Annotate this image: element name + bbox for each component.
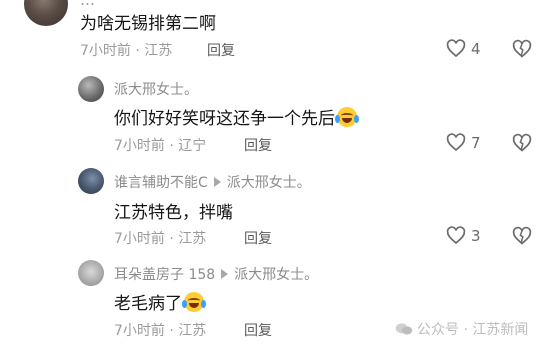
heart-outline-icon <box>446 133 466 152</box>
crying-laughing-emoji-icon <box>335 107 359 127</box>
wechat-icon <box>395 323 413 335</box>
avatar[interactable] <box>78 76 104 102</box>
avatar[interactable] <box>78 168 104 194</box>
comment-meta: 7小时前 · 江苏 <box>114 323 207 339</box>
comment-text-content: 你们好好笑呀这还争一个先后 <box>114 109 335 129</box>
author-name[interactable]: 谁言辅助不能C <box>114 175 208 191</box>
watermark-text: 公众号 · 江苏新闻 <box>417 322 529 338</box>
like-count: 4 <box>471 39 481 58</box>
triangle-right-icon <box>221 269 229 279</box>
comment-meta: 7小时前 · 江苏 <box>114 231 207 247</box>
avatar[interactable] <box>78 260 104 286</box>
comment-text: 老毛病了 <box>114 289 206 314</box>
reply-button[interactable]: 回复 <box>207 40 235 60</box>
comment-text-content: 老毛病了 <box>114 294 182 314</box>
broken-heart-icon[interactable] <box>512 39 532 59</box>
reply-to-name[interactable]: 派大邢女士。 <box>234 267 318 283</box>
author-line: 谁言辅助不能C 派大邢女士。 <box>114 172 311 192</box>
reply-button[interactable]: 回复 <box>244 228 272 248</box>
like-button[interactable]: 3 <box>446 226 481 245</box>
reply-button[interactable]: 回复 <box>244 135 272 155</box>
comment-meta: 7小时前 · 江苏 <box>80 43 173 59</box>
crying-laughing-emoji-icon <box>182 292 206 312</box>
comment-text: 江苏特色，拌嘴 <box>114 203 233 223</box>
reply-to-name[interactable]: 派大邢女士。 <box>227 175 311 191</box>
triangle-right-icon <box>213 177 221 187</box>
broken-heart-icon[interactable] <box>512 226 532 246</box>
like-button[interactable]: 4 <box>446 39 481 58</box>
heart-outline-icon <box>446 39 466 58</box>
like-count: 3 <box>471 226 481 245</box>
comment-meta: 7小时前 · 辽宁 <box>114 138 207 154</box>
author-name[interactable]: 耳朵盖房子 158 <box>114 267 215 283</box>
author-line: 耳朵盖房子 158 派大邢女士。 <box>114 264 318 284</box>
like-button[interactable]: 7 <box>446 133 481 152</box>
broken-heart-icon[interactable] <box>512 133 532 153</box>
heart-outline-icon <box>446 226 466 245</box>
reply-button[interactable]: 回复 <box>244 320 272 340</box>
comment-text: 你们好好笑呀这还争一个先后 <box>114 104 359 129</box>
like-count: 7 <box>471 133 481 152</box>
author-name[interactable]: 派大邢女士。 <box>114 79 198 99</box>
comment-text: 为啥无锡排第二啊 <box>80 14 216 34</box>
truncated-header: … <box>80 0 95 9</box>
watermark: 公众号 · 江苏新闻 <box>395 319 528 339</box>
avatar[interactable] <box>24 0 68 26</box>
